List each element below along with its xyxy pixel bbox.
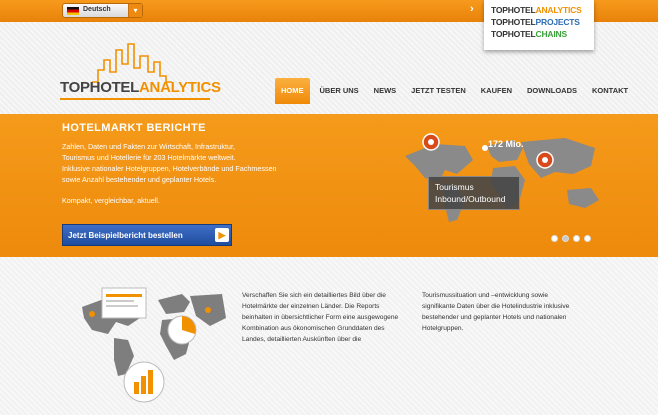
chevron-right-icon[interactable]: › <box>470 3 474 15</box>
text-line: Tourismussituation und –entwicklung sowi… <box>422 292 549 299</box>
slide-dot-2[interactable] <box>562 235 569 242</box>
hero-line: Zahlen, Daten und Fakten zur Wirtschaft,… <box>62 142 235 151</box>
hero-line: Tourismus und Hotellerie für 203 Hotelmä… <box>62 153 236 162</box>
text-line: Kombination aus ökonomischen Grunddaten … <box>242 325 385 332</box>
order-sample-report-button[interactable]: Jetzt Beispielbericht bestellen ▶ <box>62 224 232 246</box>
tourism-line-2: Inbound/Outbound <box>435 194 506 204</box>
brand-switcher: TOPHOTELANALYTICS TOPHOTELPROJECTS TOPHO… <box>484 0 594 50</box>
text-line: Hotelgruppen. <box>422 325 464 332</box>
site-logo[interactable]: TOPHOTELANALYTICS <box>60 79 221 96</box>
nav-news[interactable]: NEWS <box>369 78 402 104</box>
nav-jetzt-testen[interactable]: JETZT TESTEN <box>406 78 471 104</box>
slide-dot-3[interactable] <box>573 235 580 242</box>
nav-home[interactable]: HOME <box>275 78 310 104</box>
hero-line: Inklusive nationaler Hotelgruppen, Hotel… <box>62 164 277 173</box>
hero-tagline: Kompakt, vergleichbar, aktuell. <box>62 196 160 205</box>
chevron-down-icon[interactable]: ▾ <box>128 4 142 17</box>
report-illustration-icon <box>82 287 226 403</box>
nav-downloads[interactable]: DOWNLOADS <box>522 78 582 104</box>
brand-link-chains[interactable]: TOPHOTELCHAINS <box>491 28 594 40</box>
slide-dot-1[interactable] <box>551 235 558 242</box>
cta-label: Jetzt Beispielbericht bestellen <box>68 231 183 240</box>
text-line: bestehender und geplanter Hotels und nat… <box>422 314 567 321</box>
brand-link-projects[interactable]: TOPHOTELPROJECTS <box>491 16 594 28</box>
tourism-stat: 172 Mio. <box>488 139 524 149</box>
content-section: Verschaffen Sie sich ein detailliertes B… <box>0 257 658 415</box>
intro-text-column-1: Verschaffen Sie sich ein detailliertes B… <box>242 290 412 345</box>
hero-description: Zahlen, Daten und Fakten zur Wirtschaft,… <box>62 141 347 206</box>
hero-banner: HOTELMARKT BERICHTE Zahlen, Daten und Fa… <box>0 114 658 257</box>
arrow-right-icon: ▶ <box>215 228 229 242</box>
text-line: Hotelmärkte der einzelnen Länder. Die Re… <box>242 303 380 310</box>
nav-kaufen[interactable]: KAUFEN <box>476 78 517 104</box>
skyline-logo-icon <box>92 43 172 83</box>
german-flag-icon <box>67 7 79 15</box>
hero-line: sowie Anzahl bestehender und geplanter H… <box>62 175 217 184</box>
text-line: beinhalten in übersichtlicher Form eine … <box>242 314 399 321</box>
main-nav: HOME ÜBER UNS NEWS JETZT TESTEN KAUFEN D… <box>275 78 638 108</box>
hero-title: HOTELMARKT BERICHTE <box>62 122 206 134</box>
tourism-box: Tourismus Inbound/Outbound <box>428 176 520 210</box>
language-selector[interactable]: Deutsch ▾ <box>62 3 143 18</box>
text-line: Landes, detaillierten Auskünften über di… <box>242 336 362 343</box>
text-line: signifikante Daten über die Hotelindustr… <box>422 303 570 310</box>
language-label: Deutsch <box>83 6 111 13</box>
logo-underline <box>60 98 210 100</box>
text-line: Verschaffen Sie sich ein detailliertes B… <box>242 292 386 299</box>
slider-dots <box>551 235 595 242</box>
nav-ueber-uns[interactable]: ÜBER UNS <box>315 78 364 104</box>
brand-link-analytics[interactable]: TOPHOTELANALYTICS <box>491 4 594 16</box>
tourism-line-1: Tourismus <box>435 182 474 192</box>
intro-text-column-2: Tourismussituation und –entwicklung sowi… <box>422 290 592 334</box>
slide-dot-4[interactable] <box>584 235 591 242</box>
nav-kontakt[interactable]: KONTAKT <box>587 78 633 104</box>
